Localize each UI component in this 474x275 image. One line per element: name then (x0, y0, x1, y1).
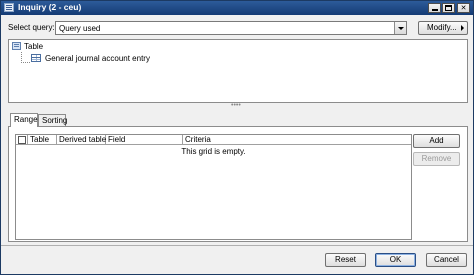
tree-node-child-label: General journal account entry (45, 54, 150, 63)
select-all-column (16, 135, 28, 145)
reset-button[interactable]: Reset (325, 253, 366, 267)
minimize-icon (431, 9, 438, 11)
footer-divider (1, 245, 473, 246)
form-icon (4, 3, 14, 12)
remove-button[interactable]: Remove (413, 152, 460, 166)
modify-button-label: Modify... (427, 23, 457, 32)
column-header-table[interactable]: Table (28, 135, 57, 145)
tab-range[interactable]: Range (10, 113, 38, 127)
column-header-criteria[interactable]: Criteria (183, 135, 411, 145)
ok-button[interactable]: OK (375, 253, 416, 267)
title-bar[interactable]: Inquiry (2 - ceu) ✕ (1, 1, 473, 15)
cancel-button[interactable]: Cancel (426, 253, 467, 267)
tree-connector (21, 62, 30, 63)
arrow-right-icon (461, 25, 464, 31)
tab-sorting-label: Sorting (42, 116, 68, 125)
tab-sorting[interactable]: Sorting (38, 114, 68, 126)
inquiry-dialog: Inquiry (2 - ceu) ✕ Select query: Query … (0, 0, 474, 275)
tab-range-label: Range (14, 115, 38, 124)
add-button[interactable]: Add (413, 134, 460, 148)
window-title: Inquiry (2 - ceu) (18, 2, 82, 12)
close-button[interactable]: ✕ (457, 3, 470, 13)
maximize-icon (445, 5, 452, 11)
select-all-checkbox[interactable] (18, 136, 26, 144)
grid-empty-message: This grid is empty. (181, 147, 246, 156)
select-query-label: Select query: (8, 23, 55, 32)
grid-header: Table Derived table Field Criteria (16, 135, 411, 145)
splitter-grip[interactable]: •••• (231, 102, 241, 109)
select-query-value: Query used (59, 24, 101, 33)
minimize-button[interactable] (428, 3, 441, 13)
column-header-field[interactable]: Field (106, 135, 183, 145)
range-grid[interactable]: Table Derived table Field Criteria This … (15, 134, 412, 240)
chevron-down-icon[interactable] (394, 22, 406, 34)
close-icon: ✕ (460, 4, 467, 12)
table-icon (31, 54, 41, 62)
select-query-combobox[interactable]: Query used (55, 21, 407, 35)
tree-node-root[interactable]: Table (12, 42, 43, 51)
range-tab-panel: Table Derived table Field Criteria This … (8, 126, 468, 242)
modify-button[interactable]: Modify... (418, 21, 468, 35)
query-tree: Table General journal account entry (8, 39, 468, 103)
datasource-icon (12, 42, 21, 50)
maximize-button[interactable] (442, 3, 455, 13)
tree-node-general-journal-account-entry[interactable]: General journal account entry (31, 54, 150, 63)
column-header-derived-table[interactable]: Derived table (57, 135, 106, 145)
tree-node-root-label: Table (24, 42, 44, 51)
